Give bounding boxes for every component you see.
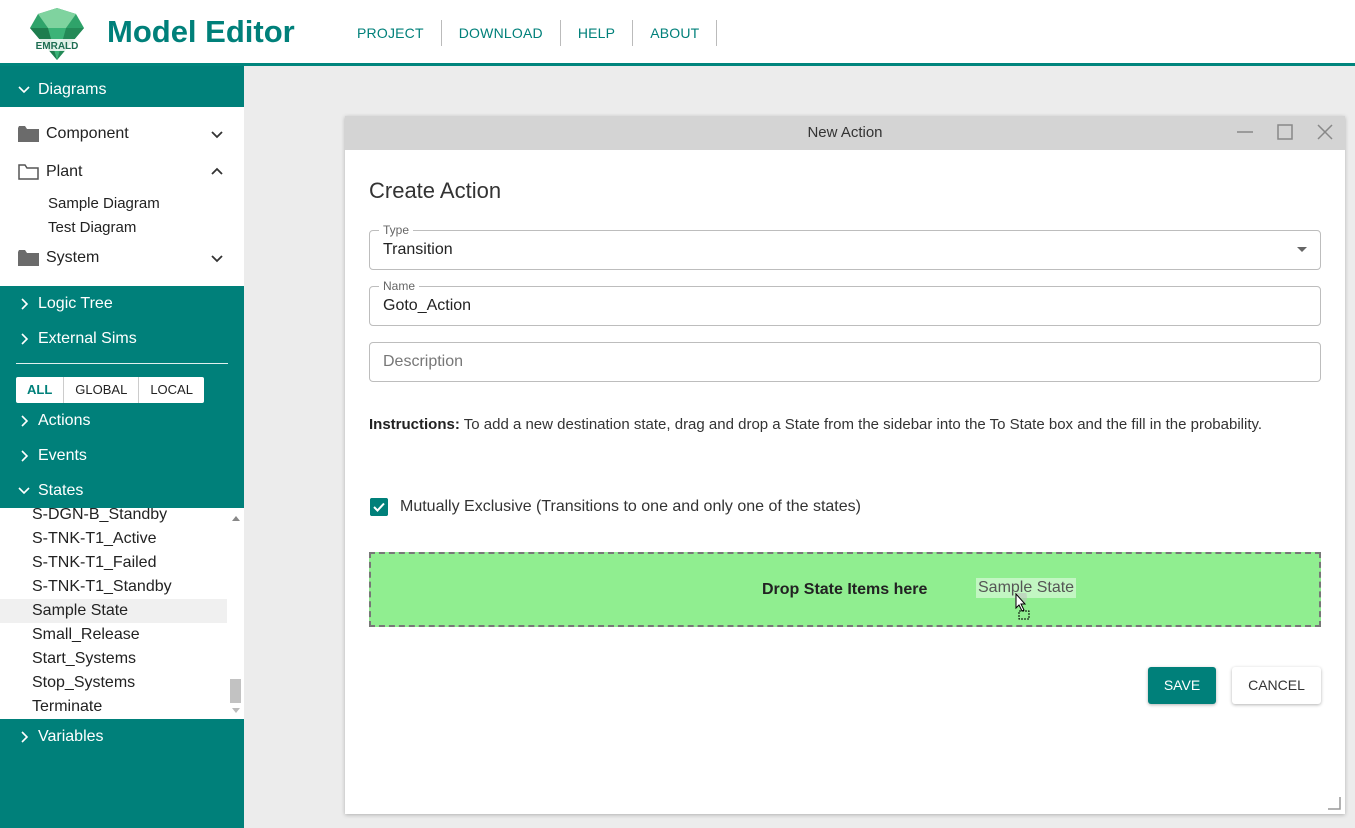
section-external-sims-label: External Sims	[38, 330, 137, 347]
dialog-heading: Create Action	[369, 178, 502, 203]
dropdown-arrow-icon[interactable]	[1297, 247, 1307, 252]
state-item[interactable]: S-TNK-T1_Standby	[0, 575, 227, 599]
chevron-right-icon	[21, 333, 29, 345]
folder-component[interactable]: Component	[0, 119, 244, 149]
chevron-down-icon	[18, 487, 30, 495]
folder-system-label: System	[46, 249, 100, 266]
section-events-label: Events	[38, 447, 87, 464]
section-actions[interactable]: Actions	[0, 403, 244, 438]
instructions-text: To add a new destination state, drag and…	[463, 416, 1263, 433]
close-icon[interactable]	[1315, 123, 1335, 143]
section-external-sims[interactable]: External Sims	[0, 321, 244, 356]
save-button[interactable]: SAVE	[1148, 667, 1216, 704]
mutually-exclusive-label: Mutually Exclusive (Transitions to one a…	[400, 498, 861, 515]
scope-filter: ALL GLOBAL LOCAL	[16, 377, 204, 403]
state-item[interactable]: Small_Release	[0, 623, 227, 647]
nav-project[interactable]: PROJECT	[340, 20, 442, 46]
section-states-label: States	[38, 482, 84, 499]
section-logic-tree-label: Logic Tree	[38, 295, 113, 312]
folder-system[interactable]: System	[0, 243, 244, 273]
sidebar-divider	[16, 363, 228, 364]
state-list: S-DGN-B_Standby S-TNK-T1_Active S-TNK-T1…	[0, 508, 244, 719]
section-diagrams-label: Diagrams	[38, 81, 107, 98]
chevron-up-icon[interactable]	[210, 165, 224, 179]
nav-help[interactable]: HELP	[561, 20, 634, 46]
chevron-down-icon[interactable]	[210, 251, 224, 265]
instructions-heading: Instructions:	[369, 416, 460, 433]
filter-global[interactable]: GLOBAL	[64, 377, 140, 403]
resize-grip-icon[interactable]	[1327, 796, 1341, 810]
state-list-scrollbar[interactable]	[227, 508, 244, 719]
section-events[interactable]: Events	[0, 438, 244, 473]
diagram-item[interactable]: Test Diagram	[48, 219, 136, 236]
state-item[interactable]: Start_Systems	[0, 647, 227, 671]
chevron-down-icon	[18, 86, 30, 94]
cancel-button[interactable]: CANCEL	[1232, 667, 1321, 704]
section-logic-tree[interactable]: Logic Tree	[0, 286, 244, 321]
filter-local[interactable]: LOCAL	[139, 377, 204, 403]
name-field[interactable]: Name Goto_Action	[369, 279, 1321, 326]
diagram-item[interactable]: Sample Diagram	[48, 195, 160, 212]
state-item[interactable]: S-TNK-T1_Active	[0, 527, 227, 551]
instructions: Instructions: To add a new destination s…	[369, 413, 1309, 437]
name-value: Goto_Action	[383, 297, 472, 314]
app-title: Model Editor	[107, 14, 295, 49]
folder-filled-icon	[18, 126, 39, 142]
filter-all[interactable]: ALL	[16, 377, 65, 403]
chevron-right-icon	[21, 450, 29, 462]
chevron-down-icon[interactable]	[210, 127, 224, 141]
nav-about[interactable]: ABOUT	[633, 20, 718, 46]
section-variables[interactable]: Variables	[0, 719, 244, 754]
type-value: Transition	[383, 241, 453, 258]
emrald-logo[interactable]: EMRALD	[26, 6, 88, 62]
description-placeholder: Description	[383, 353, 464, 370]
folder-component-label: Component	[46, 125, 129, 142]
folder-plant-label: Plant	[46, 163, 83, 180]
folder-filled-icon	[18, 250, 39, 266]
section-states[interactable]: States	[0, 473, 244, 508]
minimize-icon[interactable]	[1235, 123, 1255, 143]
section-diagrams[interactable]: Diagrams	[0, 72, 244, 107]
state-item[interactable]: Sample State	[0, 599, 227, 623]
state-item[interactable]: S-TNK-T1_Failed	[0, 551, 227, 575]
diagrams-panel: Component Plant Sample Diagram Test Diag…	[0, 107, 244, 286]
app-header: EMRALD Model Editor PROJECT DOWNLOAD HEL…	[0, 0, 1355, 66]
top-nav: PROJECT DOWNLOAD HELP ABOUT	[340, 20, 718, 46]
checkbox-checked-icon[interactable]	[370, 498, 388, 516]
chevron-right-icon	[21, 298, 29, 310]
sidebar: Diagrams Component Plant Sample Diagram …	[0, 66, 244, 828]
logo-text: EMRALD	[36, 41, 79, 52]
state-drop-zone[interactable]: Drop State Items here Sample State	[369, 552, 1321, 627]
new-action-dialog: New Action Create Action Type Transition…	[345, 116, 1345, 814]
cursor-icon	[1015, 593, 1030, 620]
scroll-thumb[interactable]	[230, 679, 241, 703]
nav-download[interactable]: DOWNLOAD	[442, 20, 561, 46]
scroll-down-icon[interactable]	[232, 708, 240, 713]
state-item[interactable]: Stop_Systems	[0, 671, 227, 695]
state-item[interactable]: Terminate	[0, 695, 227, 719]
dialog-title: New Action	[807, 124, 883, 141]
chevron-right-icon	[21, 731, 29, 743]
chevron-right-icon	[21, 415, 29, 427]
section-variables-label: Variables	[38, 728, 104, 745]
state-item[interactable]: S-DGN-B_Standby	[0, 508, 227, 527]
description-field[interactable]: Description	[369, 342, 1321, 382]
folder-open-icon	[18, 164, 39, 180]
scroll-up-icon[interactable]	[232, 516, 240, 521]
folder-plant[interactable]: Plant	[0, 157, 244, 187]
drop-zone-text: Drop State Items here	[762, 581, 928, 598]
maximize-icon[interactable]	[1275, 123, 1295, 143]
type-select[interactable]: Type Transition	[369, 223, 1321, 270]
section-actions-label: Actions	[38, 412, 91, 429]
dialog-titlebar[interactable]: New Action	[345, 116, 1345, 150]
